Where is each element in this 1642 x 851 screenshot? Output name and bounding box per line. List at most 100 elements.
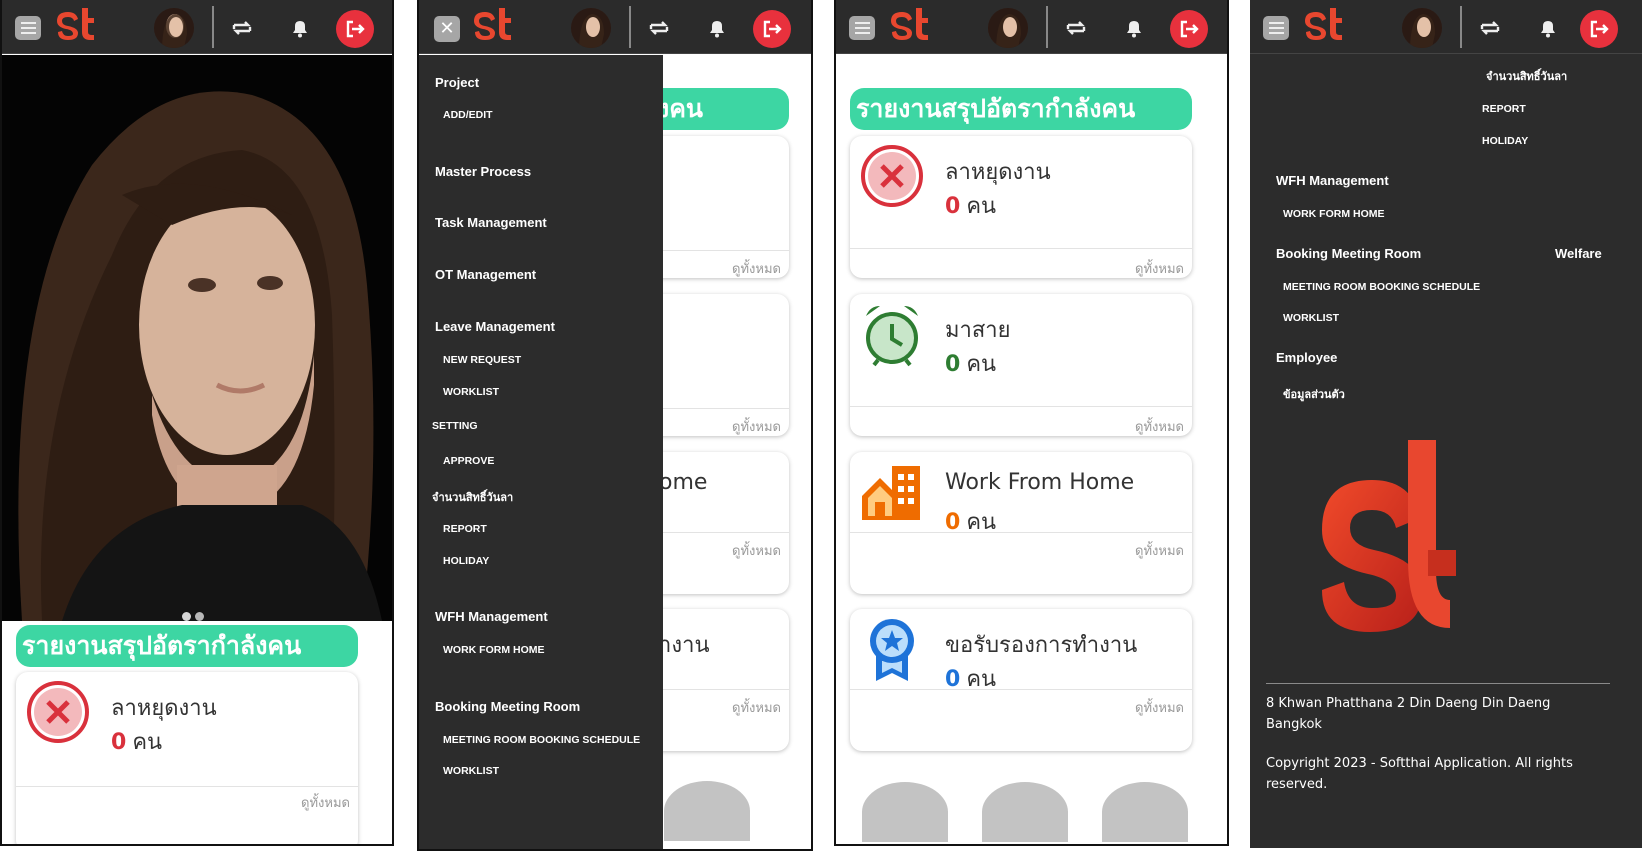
late-card[interactable]: มาสาย 0 คน ดูทั้งหมด bbox=[850, 294, 1192, 436]
carousel-dot[interactable] bbox=[182, 612, 191, 621]
avatar[interactable] bbox=[988, 8, 1028, 48]
card-title: ำงาน bbox=[659, 633, 710, 658]
switch-icon[interactable] bbox=[647, 16, 671, 40]
screen-drawer-scrolled: จำนวนสิทธิ์วันลา REPORT HOLIDAY WFH Mana… bbox=[1250, 0, 1642, 848]
shortcut-circle[interactable] bbox=[1102, 782, 1188, 842]
menu-work-form-home[interactable]: WORK FORM HOME bbox=[443, 644, 545, 656]
menu-booking-meeting-room[interactable]: Booking Meeting Room bbox=[1276, 246, 1421, 261]
menu-setting[interactable]: SETTING bbox=[432, 420, 478, 432]
logout-button[interactable] bbox=[336, 10, 374, 48]
logout-button[interactable] bbox=[1170, 10, 1208, 48]
menu-meeting-room-schedule[interactable]: MEETING ROOM BOOKING SCHEDULE bbox=[1283, 281, 1480, 293]
logout-button[interactable] bbox=[753, 10, 791, 48]
shortcut-circle[interactable] bbox=[862, 782, 948, 842]
view-all-link[interactable]: ดูทั้งหมด bbox=[301, 792, 350, 813]
menu-work-form-home[interactable]: WORK FORM HOME bbox=[1283, 208, 1385, 220]
switch-icon[interactable] bbox=[1064, 16, 1088, 40]
side-drawer: Project ADD/EDIT Master Process Task Man… bbox=[419, 55, 663, 849]
card-title: ขอรับรองการทำงาน bbox=[945, 633, 1138, 658]
view-all-link[interactable]: ดูทั้งหมด bbox=[1135, 258, 1184, 278]
menu-leave-management[interactable]: Leave Management bbox=[435, 319, 555, 334]
avatar[interactable] bbox=[154, 8, 194, 48]
switch-icon[interactable] bbox=[230, 16, 254, 40]
menu-holiday[interactable]: HOLIDAY bbox=[1482, 135, 1528, 147]
brand-logo-large bbox=[1322, 440, 1456, 632]
certify-card[interactable]: ขอรับรองการทำงาน 0 คน ดูทั้งหมด bbox=[850, 609, 1192, 751]
screen-home: รายงานสรุปอัตรากำลังคน ลาหยุดงาน 0 คน ดูท… bbox=[0, 0, 394, 846]
menu-task-management[interactable]: Task Management bbox=[435, 215, 547, 230]
menu-worklist[interactable]: WORKLIST bbox=[1283, 312, 1339, 324]
leave-card[interactable]: ลาหยุดงาน 0 คน ดูทั้งหมด bbox=[16, 672, 358, 844]
footer-divider bbox=[1266, 683, 1610, 684]
header-divider bbox=[212, 6, 214, 48]
card-title: Work From Home bbox=[945, 470, 1135, 495]
view-all-link[interactable]: ดูทั้งหมด bbox=[732, 258, 781, 278]
menu-report[interactable]: REPORT bbox=[1482, 103, 1526, 115]
menu-personal-info[interactable]: ข้อมูลส่วนตัว bbox=[1283, 385, 1345, 403]
leave-card[interactable]: ลาหยุดงาน 0 คน ดูทั้งหมด bbox=[850, 136, 1192, 278]
screen-summary: รายงานสรุปอัตรากำลังคน ลาหยุดงาน 0 คน ดูท… bbox=[834, 0, 1229, 846]
view-all-link[interactable]: ดูทั้งหมด bbox=[732, 697, 781, 718]
card-divider bbox=[850, 689, 1192, 690]
menu-worklist[interactable]: WORKLIST bbox=[443, 386, 499, 398]
logout-icon bbox=[1180, 20, 1199, 38]
screen-drawer: ✕ ังคน ดูทั้งหมด ดูทั้งหมด ome ดูทั้งหมด… bbox=[417, 0, 813, 851]
card-count: 0 คน bbox=[111, 730, 163, 755]
view-all-link[interactable]: ดูทั้งหมด bbox=[732, 540, 781, 561]
menu-master-process[interactable]: Master Process bbox=[435, 164, 531, 179]
top-bar bbox=[836, 0, 1227, 54]
menu-wfh-management[interactable]: WFH Management bbox=[1276, 173, 1389, 188]
brand-logo[interactable] bbox=[888, 6, 934, 44]
carousel-dots bbox=[182, 612, 204, 621]
menu-report[interactable]: REPORT bbox=[443, 523, 487, 535]
menu-leave-quota[interactable]: จำนวนสิทธิ์วันลา bbox=[1486, 67, 1567, 85]
carousel-dot[interactable] bbox=[195, 612, 204, 621]
shortcut-circle[interactable] bbox=[982, 782, 1068, 842]
bell-icon[interactable] bbox=[1122, 16, 1146, 40]
menu-new-request[interactable]: NEW REQUEST bbox=[443, 354, 521, 366]
view-all-link[interactable]: ดูทั้งหมด bbox=[1135, 697, 1184, 718]
card-title: ลาหยุดงาน bbox=[111, 696, 217, 721]
menu-project[interactable]: Project bbox=[435, 75, 479, 90]
top-bar bbox=[2, 0, 392, 54]
bell-icon[interactable] bbox=[288, 16, 312, 40]
view-all-link[interactable]: ดูทั้งหมด bbox=[1135, 416, 1184, 436]
card-divider bbox=[850, 248, 1192, 249]
menu-icon[interactable] bbox=[15, 16, 41, 40]
brand-logo[interactable] bbox=[471, 6, 517, 44]
bell-icon[interactable] bbox=[705, 16, 729, 40]
close-icon[interactable]: ✕ bbox=[434, 16, 460, 42]
card-title: ลาหยุดงาน bbox=[945, 160, 1051, 185]
menu-wfh-management[interactable]: WFH Management bbox=[435, 609, 548, 624]
menu-icon[interactable] bbox=[849, 16, 875, 40]
logout-icon bbox=[763, 20, 782, 38]
header-divider bbox=[1046, 6, 1048, 48]
view-all-link[interactable]: ดูทั้งหมด bbox=[732, 416, 781, 436]
award-icon bbox=[870, 619, 914, 681]
menu-meeting-room-schedule[interactable]: MEETING ROOM BOOKING SCHEDULE bbox=[443, 734, 640, 746]
top-bar: ✕ bbox=[419, 0, 811, 54]
card-count: 0 คน bbox=[945, 667, 997, 692]
header-divider bbox=[629, 6, 631, 48]
summary-title: รายงานสรุปอัตรากำลังคน bbox=[16, 625, 358, 667]
menu-booking-meeting-room[interactable]: Booking Meeting Room bbox=[435, 699, 580, 714]
brand-logo[interactable] bbox=[54, 6, 100, 44]
menu-approve[interactable]: APPROVE bbox=[443, 455, 494, 467]
view-all-link[interactable]: ดูทั้งหมด bbox=[1135, 540, 1184, 561]
card-count: 0 คน bbox=[945, 352, 997, 377]
shortcut-circle[interactable] bbox=[664, 781, 750, 841]
menu-ot-management[interactable]: OT Management bbox=[435, 267, 536, 282]
card-divider bbox=[850, 406, 1192, 407]
menu-add-edit[interactable]: ADD/EDIT bbox=[443, 109, 493, 121]
x-circle-icon bbox=[27, 681, 89, 743]
menu-holiday[interactable]: HOLIDAY bbox=[443, 555, 489, 567]
avatar[interactable] bbox=[571, 8, 611, 48]
card-title: มาสาย bbox=[945, 318, 1011, 343]
menu-leave-quota[interactable]: จำนวนสิทธิ์วันลา bbox=[432, 488, 513, 506]
menu-employee[interactable]: Employee bbox=[1276, 350, 1337, 365]
menu-welfare[interactable]: Welfare bbox=[1555, 246, 1602, 261]
summary-title: รายงานสรุปอัตรากำลังคน bbox=[850, 88, 1192, 130]
wfh-card[interactable]: Work From Home 0 คน ดูทั้งหมด bbox=[850, 452, 1192, 594]
menu-worklist[interactable]: WORKLIST bbox=[443, 765, 499, 777]
card-title: ome bbox=[659, 470, 708, 495]
